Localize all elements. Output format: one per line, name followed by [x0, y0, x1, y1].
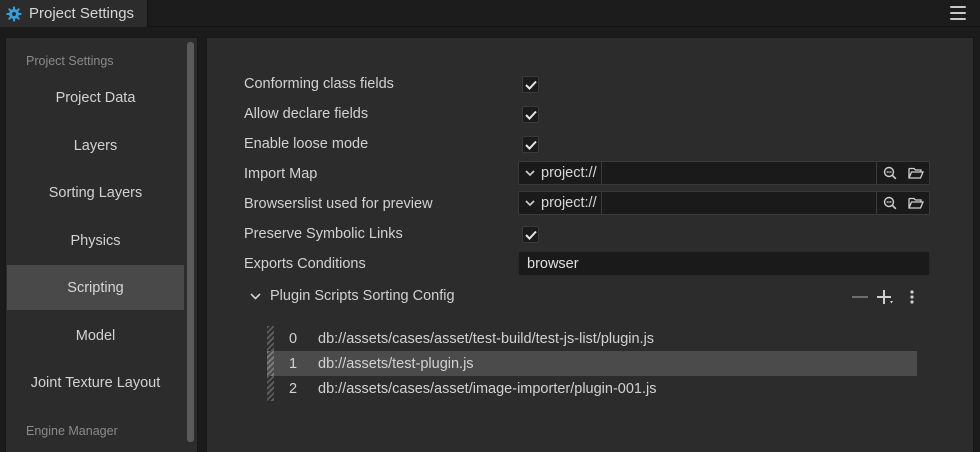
checkmark-icon [524, 230, 537, 240]
browserslist-field[interactable]: project:// [518, 191, 930, 215]
import-map-value: project:// [541, 162, 602, 184]
sidebar-item-label: Scripting [67, 279, 124, 296]
sidebar-item-label: Sorting Layers [48, 184, 143, 201]
sidebar-item-label: Model [75, 327, 116, 344]
plugin-scripts-sorting-config-title: Plugin Scripts Sorting Config [270, 288, 455, 304]
checkmark-icon [524, 140, 537, 150]
exports-conditions-input[interactable] [518, 251, 930, 276]
drag-handle[interactable] [267, 376, 274, 401]
sidebar-item-label: Project Data [55, 89, 136, 106]
enable-loose-mode-checkbox[interactable] [522, 136, 539, 153]
locate-asset-icon[interactable] [877, 192, 903, 214]
allow-declare-fields-checkbox[interactable] [522, 106, 539, 123]
plugin-index: 0 [289, 330, 298, 347]
more-vertical-icon[interactable] [899, 287, 925, 307]
conforming-class-fields-label: Conforming class fields [244, 76, 394, 92]
open-folder-icon[interactable] [903, 162, 929, 184]
plugin-path: db://assets/cases/asset/image-importer/p… [318, 380, 657, 397]
drag-handle[interactable] [267, 351, 274, 376]
conforming-class-fields-checkbox[interactable] [522, 76, 539, 93]
plugin-path: db://assets/cases/asset/test-build/test-… [318, 330, 655, 347]
sidebar: Project Settings Project Data Layers Sor… [5, 37, 198, 452]
plugin-scripts-list: 0 db://assets/cases/asset/test-build/tes… [267, 326, 917, 401]
sidebar-item-joint-texture-layout[interactable]: Joint Texture Layout [7, 360, 184, 405]
minus-icon[interactable] [847, 287, 873, 307]
chevron-down-icon[interactable] [519, 169, 541, 177]
sidebar-item-label: Joint Texture Layout [30, 374, 161, 391]
plugin-index: 2 [289, 380, 298, 397]
drag-handle[interactable] [267, 326, 274, 351]
browserslist-value: project:// [541, 192, 602, 214]
import-map-field[interactable]: project:// [518, 161, 930, 185]
preserve-symbolic-links-checkbox[interactable] [522, 226, 539, 243]
list-item[interactable]: 2 db://assets/cases/asset/image-importer… [267, 376, 917, 401]
plugin-list-toolbar [847, 287, 925, 307]
sidebar-item-label: Layers [73, 137, 118, 154]
sidebar-section-engine-manager: Engine Manager [26, 424, 118, 438]
plugin-index: 1 [289, 355, 298, 372]
sidebar-item-label: Physics [70, 232, 121, 249]
plugin-path: db://assets/test-plugin.js [318, 355, 474, 372]
import-map-label: Import Map [244, 166, 318, 182]
plugin-scripts-sorting-config-header[interactable]: Plugin Scripts Sorting Config [250, 288, 455, 304]
sidebar-item-sorting-layers[interactable]: Sorting Layers [7, 170, 184, 215]
browserslist-label: Browserslist used for preview [244, 196, 433, 212]
sidebar-item-physics[interactable]: Physics [7, 218, 184, 263]
locate-asset-icon[interactable] [877, 162, 903, 184]
sidebar-section-project-settings: Project Settings [26, 54, 114, 68]
checkmark-icon [524, 80, 537, 90]
preserve-symbolic-links-label: Preserve Symbolic Links [244, 226, 403, 242]
sidebar-item-scripting[interactable]: Scripting [7, 265, 184, 310]
allow-declare-fields-label: Allow declare fields [244, 106, 369, 122]
checkmark-icon [524, 110, 537, 120]
gear-icon [5, 5, 23, 23]
chevron-down-icon[interactable] [519, 199, 541, 207]
tab-title: Project Settings [29, 5, 135, 22]
enable-loose-mode-label: Enable loose mode [244, 136, 369, 152]
sidebar-item-project-data[interactable]: Project Data [7, 75, 184, 120]
sidebar-scrollbar[interactable] [187, 42, 194, 442]
sidebar-item-model[interactable]: Model [7, 313, 184, 358]
hamburger-menu-icon[interactable] [950, 6, 966, 20]
tab-bar: Project Settings [0, 0, 980, 27]
list-item[interactable]: 1 db://assets/test-plugin.js [267, 351, 917, 376]
chevron-down-icon [250, 292, 262, 300]
list-item[interactable]: 0 db://assets/cases/asset/test-build/tes… [267, 326, 917, 351]
plus-icon[interactable] [873, 287, 899, 307]
tab-project-settings[interactable]: Project Settings [0, 0, 148, 27]
open-folder-icon[interactable] [903, 192, 929, 214]
sidebar-item-layers[interactable]: Layers [7, 123, 184, 168]
scripting-settings-panel: Conforming class fields Allow declare fi… [206, 37, 974, 452]
exports-conditions-label: Exports Conditions [244, 256, 366, 272]
